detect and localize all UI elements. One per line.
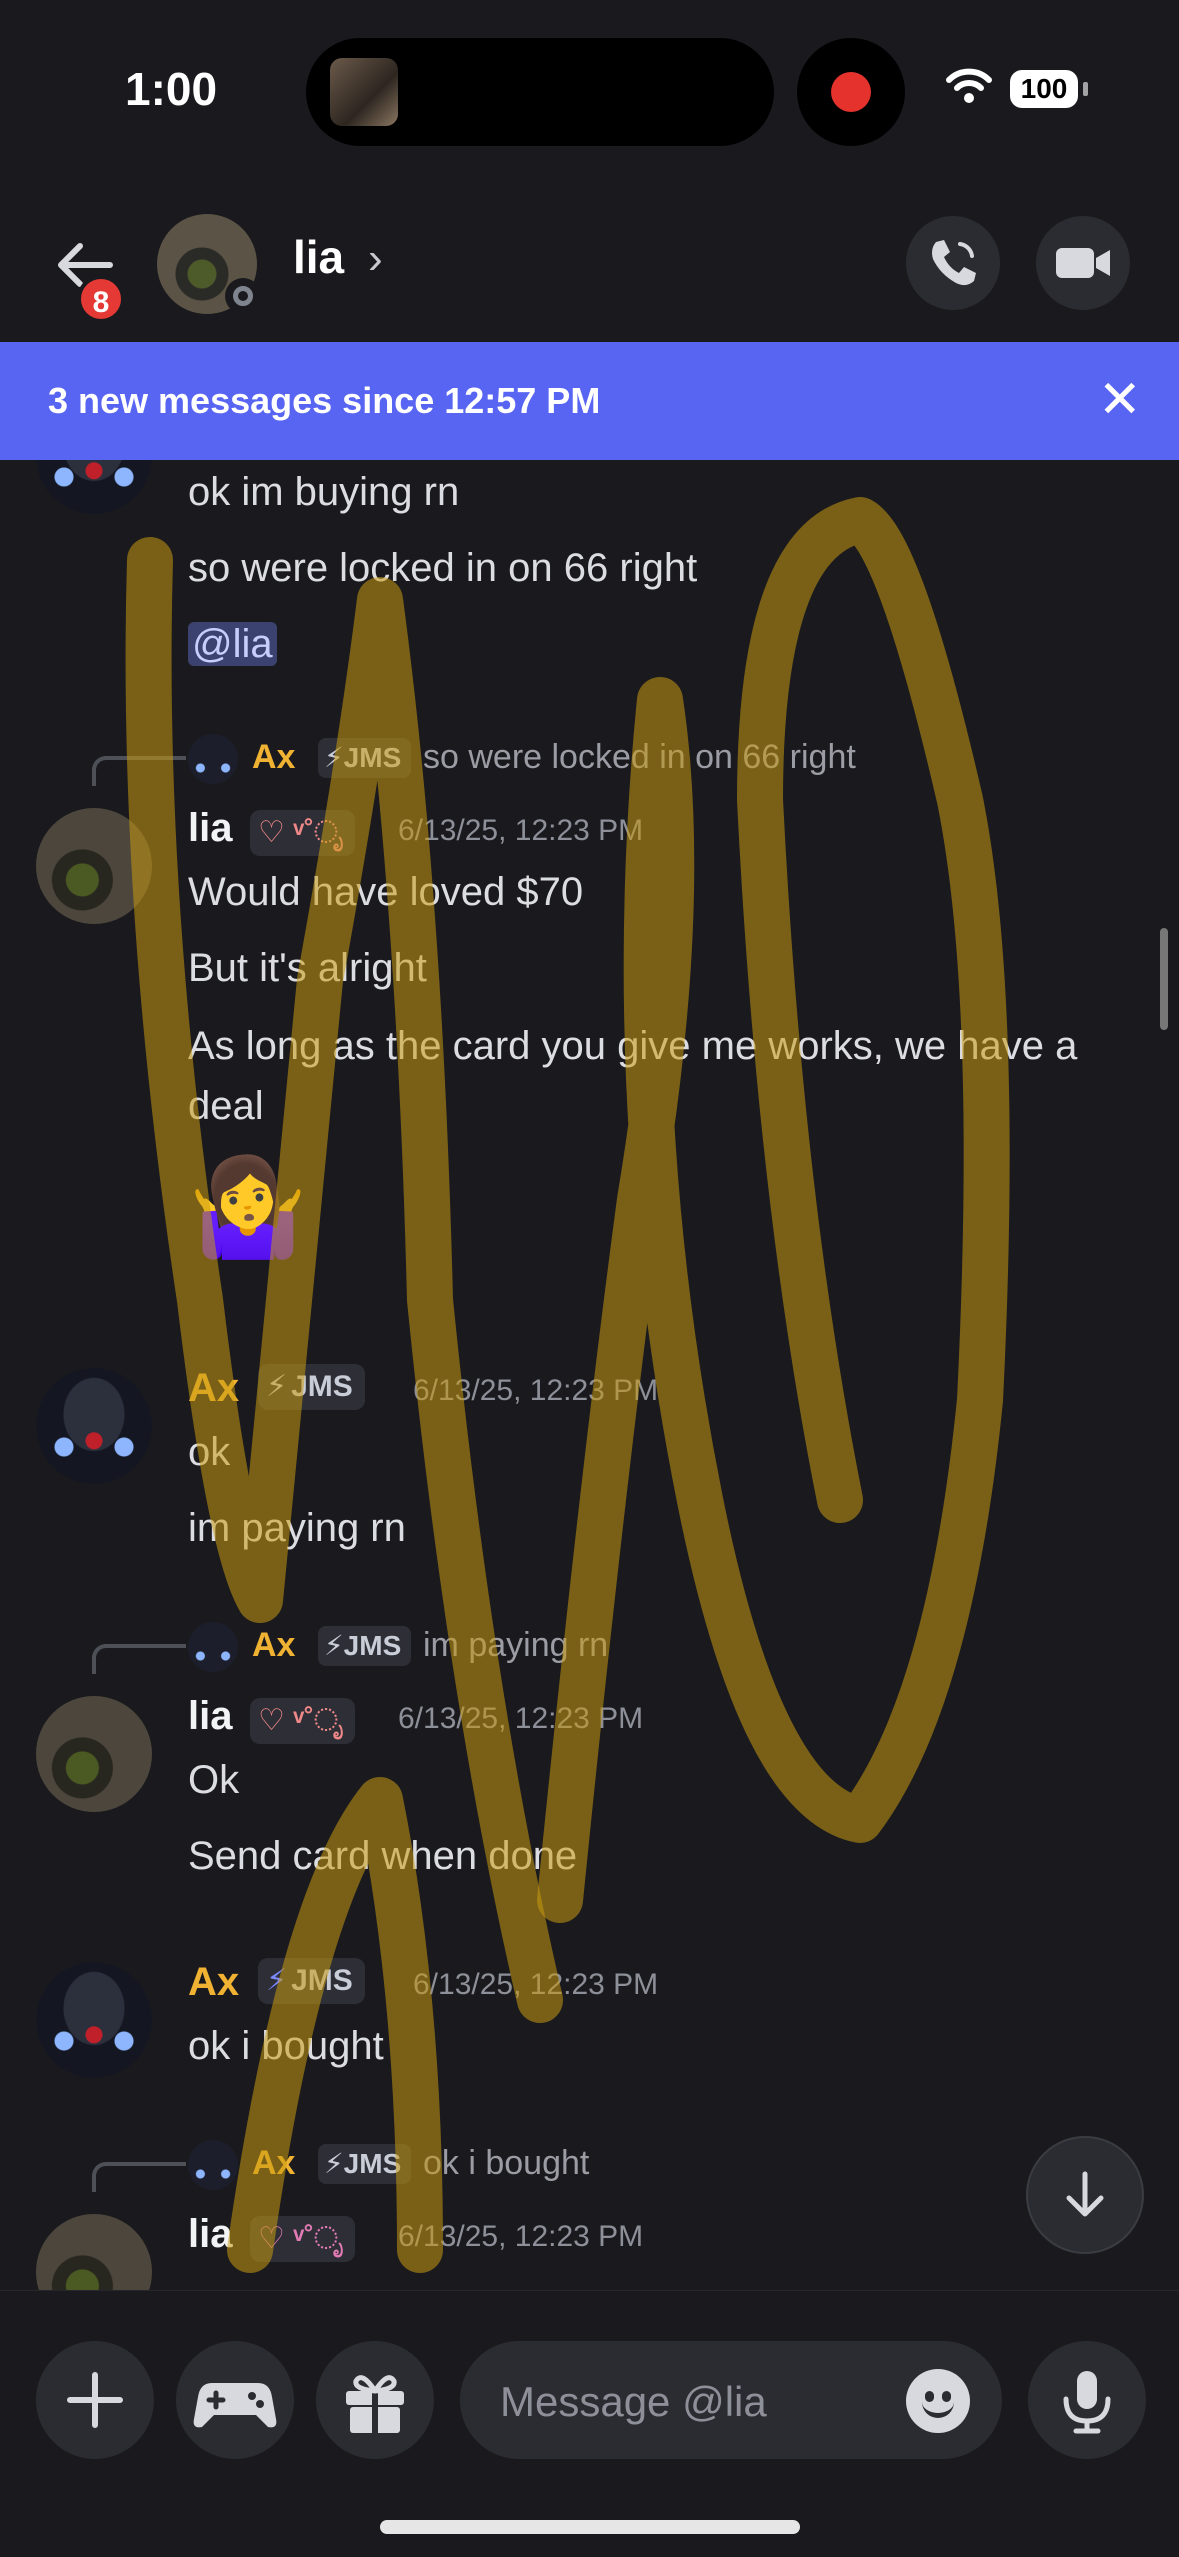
author-name[interactable]: Ax [188, 1366, 239, 1411]
reply-author: Ax [252, 738, 296, 776]
video-call-button[interactable] [1036, 216, 1130, 310]
reply-preview[interactable]: ok i bought [423, 2144, 589, 2183]
avatar[interactable] [36, 1962, 152, 2078]
status-bar: 1:00 100 [0, 0, 1179, 190]
message-input[interactable]: Message @lia [460, 2341, 1002, 2459]
message-input-placeholder: Message @lia [500, 2378, 767, 2425]
avatar[interactable] [36, 2214, 152, 2290]
author-name[interactable]: lia [188, 2212, 232, 2257]
reply-tag-label: JMS [343, 742, 402, 773]
author-name[interactable]: Ax [188, 1960, 239, 2005]
guild-tag: ⚡ JMS [258, 1958, 365, 2004]
avatar [188, 2140, 238, 2190]
media-thumbnail [330, 58, 398, 126]
voice-call-button[interactable] [906, 216, 1000, 310]
tag-label: JMS [291, 1964, 353, 1997]
timestamp: 6/13/25, 12:23 PM [413, 1374, 659, 1407]
microphone-icon [1063, 2371, 1111, 2434]
attach-button[interactable] [36, 2341, 154, 2459]
author-name[interactable]: lia [188, 806, 232, 851]
gift-button[interactable] [316, 2341, 434, 2459]
emoji-message: 🤷‍♀️ [188, 1154, 308, 1261]
avatar [188, 1622, 238, 1672]
smile-mouth [922, 2397, 954, 2418]
lightning-icon: ⚡ [324, 2148, 344, 2179]
author-name[interactable]: lia [188, 1694, 232, 1739]
lightning-icon: ⚡ [266, 1370, 288, 1403]
timestamp: 6/13/25, 12:23 PM [398, 1702, 644, 1735]
offline-status-icon [233, 286, 253, 306]
battery-tip [1083, 82, 1088, 96]
close-icon[interactable]: ✕ [1098, 370, 1142, 430]
message-line: so were locked in on 66 right [188, 546, 698, 590]
new-messages-banner[interactable]: 3 new messages since 12:57 PM ✕ [0, 342, 1179, 460]
reply-author: Ax [252, 1626, 296, 1664]
home-indicator[interactable] [380, 2520, 800, 2534]
message-line: As long as the card you give me works, w… [188, 1024, 1078, 1128]
screen-recording-indicator [797, 38, 905, 146]
record-dot-icon [831, 72, 871, 112]
message-line: But it's alright [188, 946, 427, 990]
user-tag: ♡ ᵛ˚ೃ [250, 2216, 356, 2262]
message-line: ok [188, 1430, 231, 1474]
chat-header: 8 lia › [0, 190, 1179, 342]
lightning-icon: ⚡ [266, 1964, 288, 1997]
unread-badge: 8 [77, 275, 125, 323]
avatar[interactable] [36, 460, 152, 514]
reply-connector [92, 2162, 186, 2192]
reply-tag-label: JMS [343, 1630, 402, 1661]
message-list[interactable]: ok im buying rn so were locked in on 66 … [0, 460, 1179, 2290]
wifi-icon [946, 68, 992, 103]
avatar[interactable] [36, 1368, 152, 1484]
phone-icon [932, 240, 976, 286]
timestamp: 6/13/25, 12:23 PM [398, 814, 644, 847]
message-line: ok i bought [188, 2024, 384, 2068]
lightning-icon: ⚡ [324, 742, 344, 773]
avatar[interactable] [36, 1696, 152, 1812]
gift-icon [346, 2375, 404, 2433]
reply-guild-tag: ⚡JMS [318, 2144, 412, 2184]
guild-tag: ⚡ JMS [258, 1364, 365, 1410]
arrow-down-icon [1066, 2171, 1104, 2217]
gamepad-icon [193, 2383, 277, 2428]
tag-label: JMS [291, 1370, 353, 1403]
new-messages-text: 3 new messages since 12:57 PM [48, 380, 601, 421]
reply-guild-tag: ⚡JMS [318, 1626, 412, 1666]
message-line: Ok [188, 1758, 240, 1802]
activities-button[interactable] [176, 2341, 294, 2459]
reply-preview[interactable]: im paying rn [423, 1626, 608, 1665]
scrollbar[interactable] [1160, 928, 1168, 1030]
reply-guild-tag: ⚡JMS [318, 738, 412, 778]
reply-preview[interactable]: so were locked in on 66 right [423, 738, 856, 777]
status-time: 1:00 [125, 63, 218, 115]
battery-level: 100 [1010, 70, 1078, 108]
reply-connector [92, 756, 186, 786]
timestamp: 6/13/25, 12:23 PM [413, 1968, 659, 2001]
message-line: Would have loved $70 [188, 870, 584, 914]
chevron-right-icon[interactable]: › [368, 234, 383, 284]
recipient-name[interactable]: lia [293, 230, 344, 284]
composer-bar: Message @lia [0, 2290, 1179, 2557]
message-line: @lia [188, 616, 277, 672]
emoji-icon[interactable] [906, 2369, 970, 2433]
jump-to-present-button[interactable] [1026, 2136, 1144, 2254]
video-camera-icon [1056, 248, 1110, 278]
user-mention[interactable]: @lia [188, 622, 277, 666]
message-line: im paying rn [188, 1506, 406, 1550]
lightning-icon: ⚡ [324, 1630, 344, 1661]
reply-tag-label: JMS [343, 2148, 402, 2179]
avatar[interactable] [36, 808, 152, 924]
timestamp: 6/13/25, 12:23 PM [398, 2220, 644, 2253]
voice-message-button[interactable] [1028, 2341, 1146, 2459]
plus-icon [67, 2372, 123, 2428]
reply-author: Ax [252, 2144, 296, 2182]
reply-connector [92, 1644, 186, 1674]
message-line: Send card when done [188, 1834, 578, 1878]
dynamic-island [306, 38, 774, 146]
avatar [188, 734, 238, 784]
message-line: ok im buying rn [188, 470, 460, 514]
user-tag: ♡ ᵛ˚ೃ [250, 1698, 356, 1744]
user-tag: ♡ ᵛ˚ೃ [250, 810, 356, 856]
